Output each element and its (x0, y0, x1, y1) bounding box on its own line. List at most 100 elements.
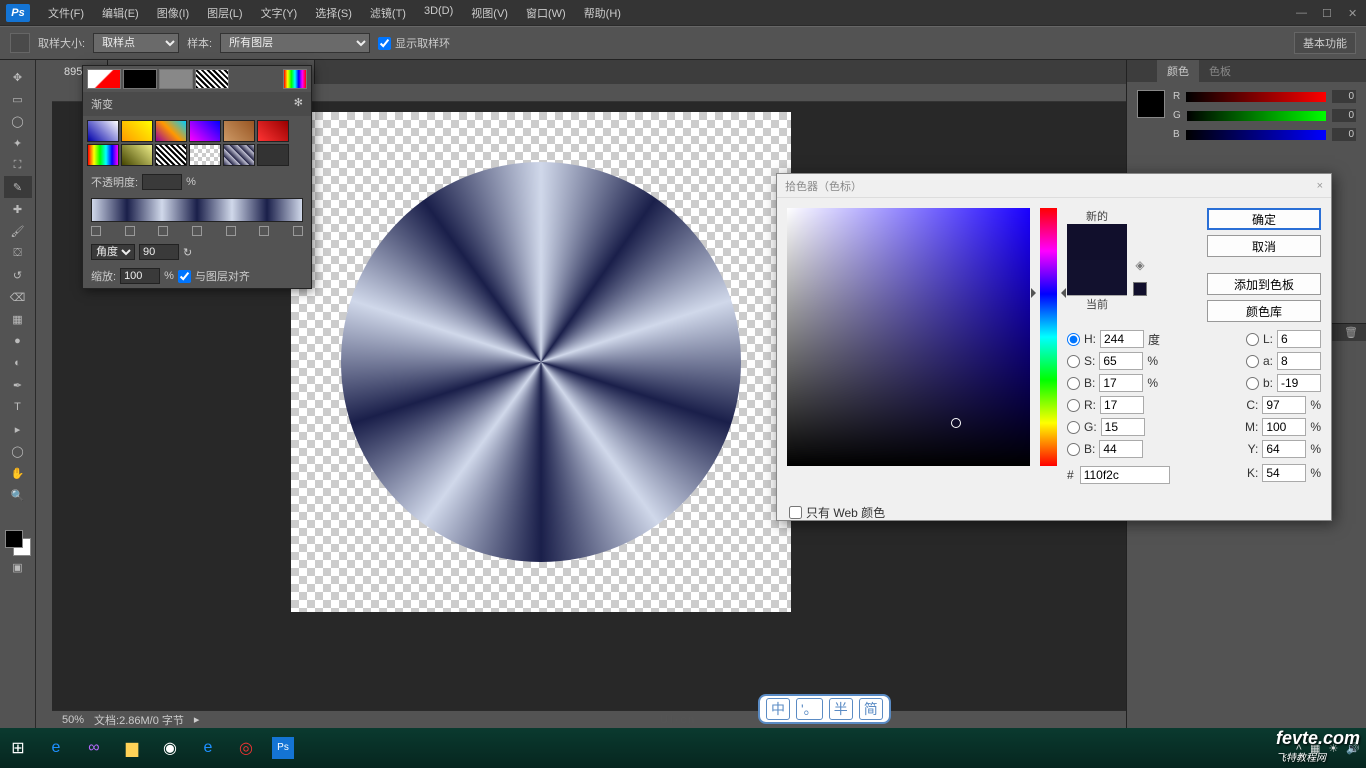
b-lab-radio[interactable] (1246, 377, 1259, 390)
sample-select[interactable]: 所有图层 (220, 33, 370, 53)
blur-tool-icon[interactable]: ● (4, 330, 32, 352)
gradient-preset[interactable] (257, 144, 289, 166)
stamp-tool-icon[interactable]: ⛋ (4, 242, 32, 264)
align-layer-checkbox[interactable] (178, 270, 191, 283)
cancel-button[interactable]: 取消 (1207, 235, 1321, 257)
gradient-fill-swatch[interactable] (87, 69, 121, 89)
gradient-tool-icon[interactable]: ▦ (4, 308, 32, 330)
color-library-button[interactable]: 颜色库 (1207, 300, 1321, 322)
b-rgb-input[interactable] (1099, 440, 1143, 458)
menu-window[interactable]: 窗口(W) (518, 1, 574, 25)
b-hsb-radio[interactable] (1067, 377, 1080, 390)
color-panel-swatch[interactable] (1137, 90, 1165, 118)
b-rgb-radio[interactable] (1067, 443, 1080, 456)
ie-icon[interactable]: e (196, 736, 220, 760)
gradient-stop[interactable] (91, 226, 101, 236)
g-slider[interactable] (1187, 111, 1326, 121)
l-input[interactable] (1277, 330, 1321, 348)
menu-layer[interactable]: 图层(L) (199, 1, 250, 25)
vs-icon[interactable]: ∞ (82, 736, 106, 760)
statusbar-arrow-icon[interactable]: ▸ (194, 713, 200, 726)
gradient-preset[interactable] (223, 120, 255, 142)
gradient-preset[interactable] (257, 120, 289, 142)
gradient-preset[interactable] (87, 120, 119, 142)
gray-fill-swatch[interactable] (159, 69, 193, 89)
menu-image[interactable]: 图像(I) (149, 1, 197, 25)
y-input[interactable] (1262, 440, 1306, 458)
add-swatch-button[interactable]: 添加到色板 (1207, 273, 1321, 295)
color-picker-dialog[interactable]: 拾色器（色标） × 新的 当前 ◈ 确定 (776, 173, 1332, 521)
s-radio[interactable] (1067, 355, 1080, 368)
dodge-tool-icon[interactable]: ◐ (4, 352, 32, 374)
gradient-type-select[interactable]: 角度 (91, 244, 135, 260)
edge-icon[interactable]: e (44, 736, 68, 760)
ime-lang[interactable]: 中 (766, 698, 790, 720)
ime-punct[interactable]: '。 (796, 698, 823, 720)
gradient-stop[interactable] (192, 226, 202, 236)
gradient-preset[interactable] (121, 144, 153, 166)
c-input[interactable] (1262, 396, 1306, 414)
gradient-preset[interactable] (223, 144, 255, 166)
eyedropper-tool-icon[interactable] (10, 33, 30, 53)
show-sample-ring-checkbox[interactable] (378, 37, 391, 50)
type-tool-icon[interactable]: T (4, 396, 32, 418)
eraser-tool-icon[interactable]: ⌫ (4, 286, 32, 308)
menu-3d[interactable]: 3D(D) (416, 1, 461, 25)
zoom-level[interactable]: 50% (62, 714, 84, 726)
panel-menu-icon[interactable]: ✻ (294, 96, 303, 112)
r-value[interactable]: 0 (1332, 90, 1356, 103)
hand-tool-icon[interactable]: ✋ (4, 462, 32, 484)
menu-view[interactable]: 视图(V) (463, 1, 516, 25)
ime-indicator[interactable]: 中 '。 半 简 (758, 694, 891, 724)
b-slider[interactable] (1186, 130, 1326, 140)
lasso-tool-icon[interactable]: ◯ (4, 110, 32, 132)
web-safe-swatch[interactable] (1133, 282, 1147, 296)
netease-icon[interactable]: ◎ (234, 736, 258, 760)
spectrum-icon[interactable] (283, 69, 307, 89)
opacity-input[interactable] (142, 174, 182, 190)
zoom-tool-icon[interactable]: 🔍 (4, 484, 32, 506)
marquee-tool-icon[interactable]: ▭ (4, 88, 32, 110)
trash-icon[interactable]: 🗑 (1344, 326, 1358, 340)
wand-tool-icon[interactable]: ✦ (4, 132, 32, 154)
hue-slider[interactable] (1040, 208, 1057, 466)
ime-width[interactable]: 半 (829, 698, 853, 720)
b-lab-input[interactable] (1277, 374, 1321, 392)
gradient-panel[interactable]: 渐变✻ 不透明度: % 角度 ↻ 缩放: % 与图层对 (82, 65, 312, 289)
gradient-stop[interactable] (259, 226, 269, 236)
a-radio[interactable] (1246, 355, 1259, 368)
quick-mask-icon[interactable]: ▣ (4, 556, 32, 578)
crop-tool-icon[interactable]: ⛶ (4, 154, 32, 176)
gradient-preset[interactable] (155, 144, 187, 166)
brush-tool-icon[interactable]: 🖌 (4, 220, 32, 242)
h-radio[interactable] (1067, 333, 1080, 346)
gradient-editor-bar[interactable] (91, 198, 303, 222)
spiral-icon[interactable]: ◉ (158, 736, 182, 760)
gradient-preset[interactable] (121, 120, 153, 142)
start-button-icon[interactable]: ⊞ (6, 736, 30, 760)
maximize-icon[interactable]: ☐ (1322, 7, 1334, 19)
canvas[interactable] (291, 112, 791, 612)
gradient-preset[interactable] (155, 120, 187, 142)
r-radio[interactable] (1067, 399, 1080, 412)
menu-file[interactable]: 文件(F) (40, 1, 92, 25)
path-select-tool-icon[interactable]: ▸ (4, 418, 32, 440)
gradient-stop[interactable] (158, 226, 168, 236)
pattern-fill-swatch[interactable] (195, 69, 229, 89)
gradient-angle-input[interactable] (139, 244, 179, 260)
saturation-value-field[interactable] (787, 208, 1030, 466)
gradient-stop[interactable] (125, 226, 135, 236)
b-hsb-input[interactable] (1099, 374, 1143, 392)
b-value[interactable]: 0 (1332, 128, 1356, 141)
workspace-switcher[interactable]: 基本功能 (1294, 32, 1356, 54)
gradient-stop[interactable] (293, 226, 303, 236)
healing-tool-icon[interactable]: ✚ (4, 198, 32, 220)
gradient-stop[interactable] (226, 226, 236, 236)
minimize-icon[interactable]: — (1296, 7, 1308, 19)
eyedropper-tool-icon[interactable]: ✎ (4, 176, 32, 198)
fg-bg-swatches[interactable] (5, 530, 31, 556)
history-brush-tool-icon[interactable]: ↺ (4, 264, 32, 286)
pen-tool-icon[interactable]: ✒ (4, 374, 32, 396)
hue-indicator-icon[interactable] (1035, 288, 1062, 298)
a-input[interactable] (1277, 352, 1321, 370)
